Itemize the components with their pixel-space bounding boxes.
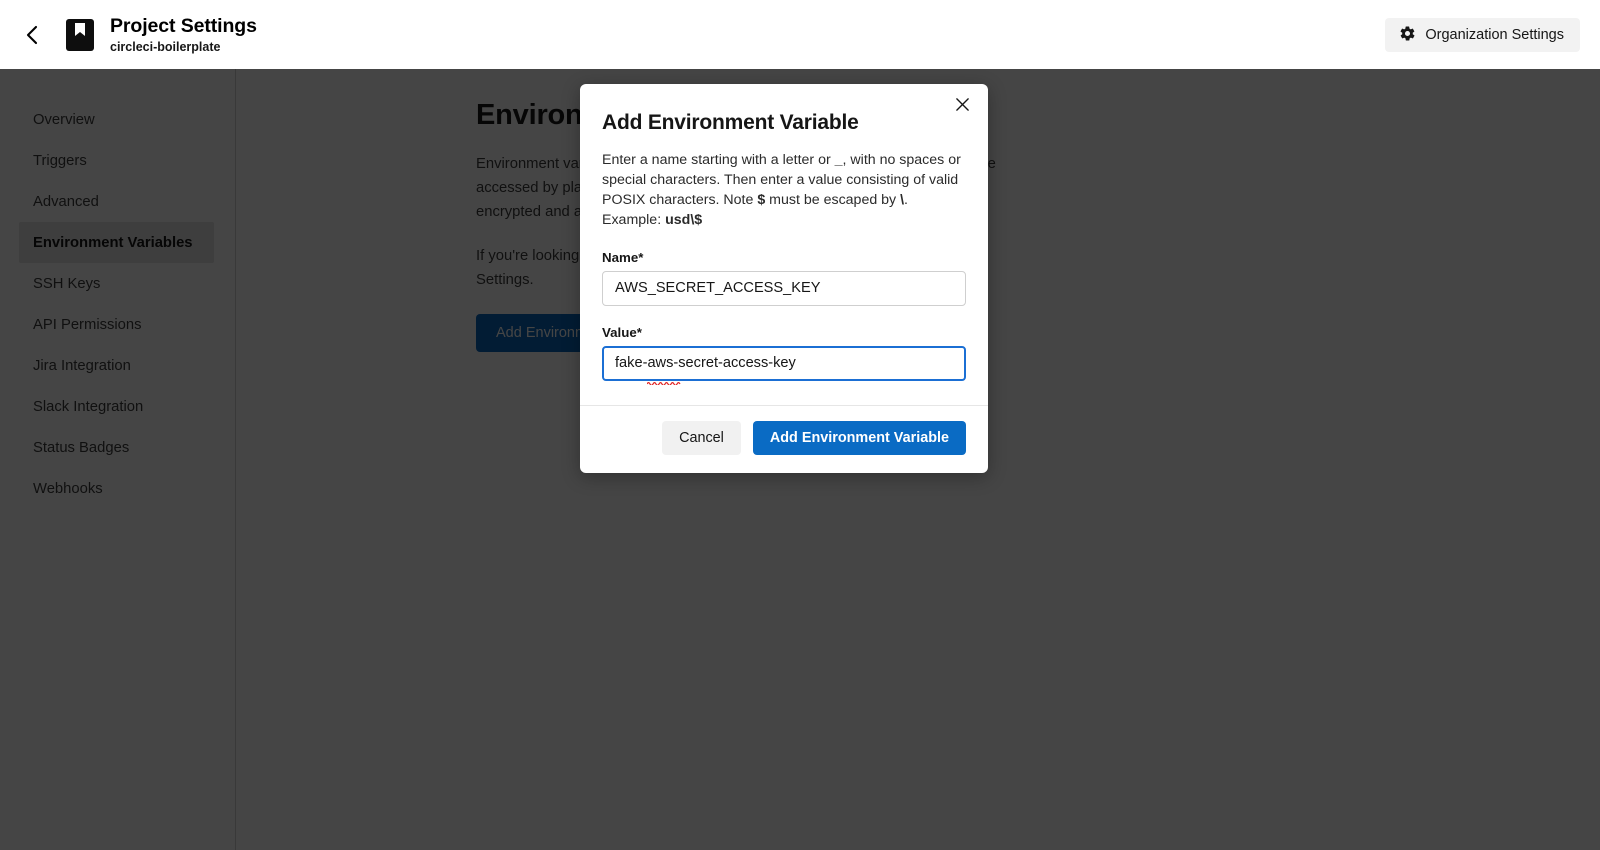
top-header-bar: Project Settings circleci-boilerplate Or… — [0, 0, 1600, 69]
project-name-subtitle: circleci-boilerplate — [110, 40, 257, 54]
dialog-body: Add Environment Variable Enter a name st… — [580, 84, 988, 405]
close-icon — [955, 97, 970, 115]
back-button[interactable] — [12, 15, 52, 55]
desc-part-3: must be escaped by — [765, 192, 900, 208]
page-title: Project Settings — [110, 15, 257, 37]
cancel-button[interactable]: Cancel — [662, 421, 741, 455]
desc-bold-underscore: _ — [835, 152, 843, 168]
header-title-block: Project Settings circleci-boilerplate — [110, 15, 257, 55]
close-button[interactable] — [947, 91, 977, 121]
project-bookmark-icon — [66, 19, 94, 51]
name-field-label: Name* — [602, 250, 966, 265]
organization-settings-label: Organization Settings — [1425, 27, 1564, 43]
value-field-group: Value* — [602, 325, 966, 381]
submit-add-environment-variable-button[interactable]: Add Environment Variable — [753, 421, 966, 455]
name-field-group: Name* — [602, 250, 966, 306]
value-field-label: Value* — [602, 325, 966, 340]
dialog-title: Add Environment Variable — [602, 111, 966, 135]
dialog-footer: Cancel Add Environment Variable — [580, 406, 988, 473]
desc-part-1: Enter a name starting with a letter or — [602, 152, 835, 168]
value-input-wrapper — [602, 346, 966, 381]
dialog-spacer — [602, 381, 966, 405]
dialog-description: Enter a name starting with a letter or _… — [602, 150, 966, 231]
chevron-left-icon — [24, 24, 40, 46]
value-input[interactable] — [602, 346, 966, 381]
gear-icon — [1399, 25, 1416, 45]
organization-settings-button[interactable]: Organization Settings — [1385, 18, 1580, 52]
desc-bold-example: usd\$ — [665, 212, 702, 228]
add-environment-variable-dialog: Add Environment Variable Enter a name st… — [580, 84, 988, 473]
name-input[interactable] — [602, 271, 966, 306]
